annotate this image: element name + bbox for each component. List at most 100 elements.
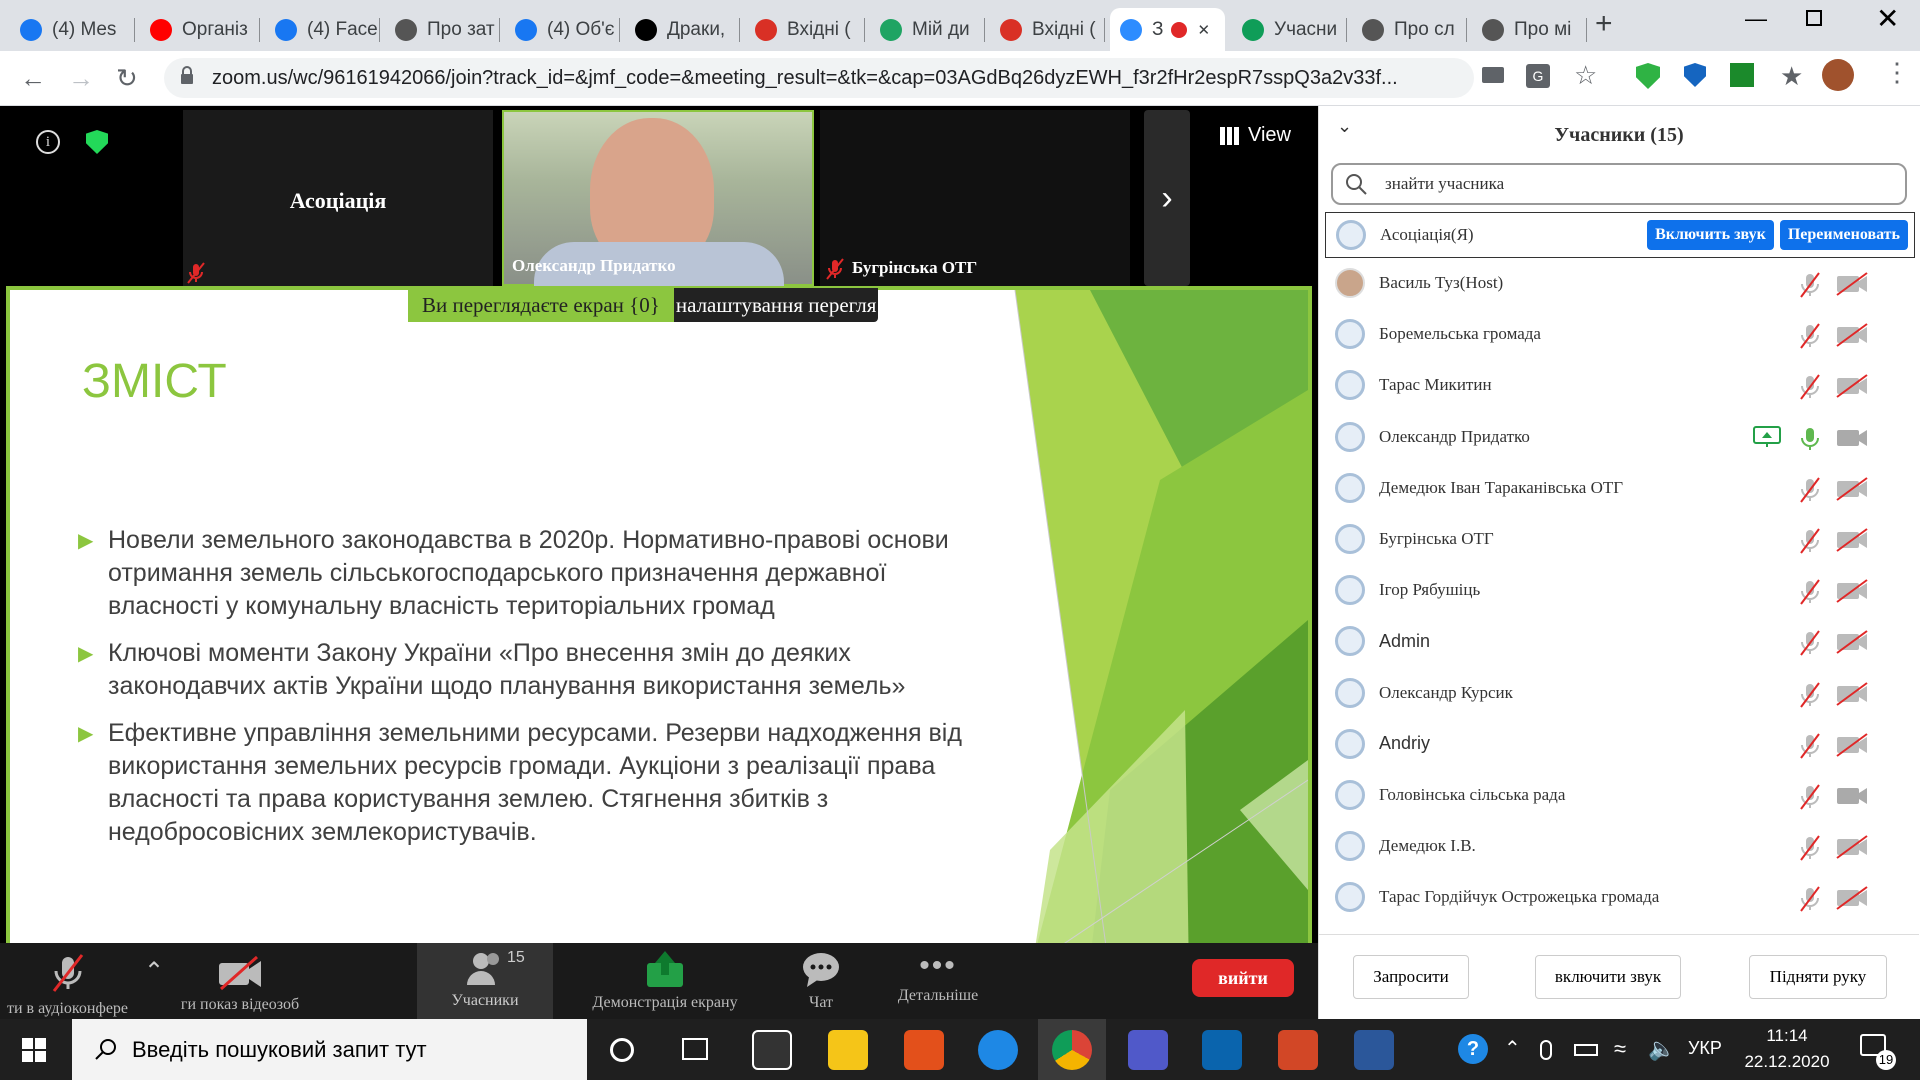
maximize-button[interactable] <box>1806 10 1822 26</box>
muted-mic-icon[interactable] <box>1799 681 1820 708</box>
participant-row[interactable]: Admin <box>1329 616 1909 666</box>
participant-row[interactable]: Головінська сільська рада <box>1329 770 1909 820</box>
edge-icon[interactable] <box>978 1030 1018 1070</box>
share-screen-button[interactable]: Демонстрація екрану <box>580 943 750 1019</box>
wifi-icon[interactable]: ≈ <box>1614 1036 1626 1062</box>
participant-row[interactable]: Ігор Рябушіць <box>1329 565 1909 615</box>
video-icon[interactable] <box>1835 426 1869 450</box>
muted-mic-icon[interactable] <box>1799 528 1820 554</box>
camera-blocked-icon[interactable] <box>1482 67 1504 83</box>
store-icon[interactable] <box>752 1030 792 1070</box>
teams-icon[interactable] <box>1128 1030 1168 1070</box>
participant-row[interactable]: Демедюк І.В. <box>1329 821 1909 871</box>
browser-tab[interactable]: З ✕ <box>1110 8 1225 51</box>
minimize-button[interactable]: — <box>1745 6 1767 32</box>
participant-row[interactable]: Василь Туз(Host) <box>1329 258 1909 308</box>
browser-tab[interactable]: Учасни <box>1232 8 1347 51</box>
taskbar-search-input[interactable]: Введіть пошуковий запит тут <box>72 1019 587 1080</box>
green-extension-icon[interactable] <box>1730 63 1754 87</box>
video-off-icon[interactable] <box>1835 630 1869 655</box>
muted-mic-icon[interactable] <box>1799 374 1820 400</box>
reload-icon[interactable]: ↻ <box>116 65 138 91</box>
video-off-icon[interactable] <box>1835 323 1869 347</box>
back-icon[interactable]: ← <box>20 65 46 91</box>
muted-mic-icon[interactable] <box>1799 733 1820 759</box>
encryption-shield-icon[interactable] <box>86 130 108 154</box>
muted-mic-icon[interactable] <box>1799 886 1820 912</box>
powerpoint-icon[interactable] <box>1278 1030 1318 1070</box>
video-off-icon[interactable] <box>1835 681 1869 706</box>
video-off-icon[interactable] <box>1835 835 1869 859</box>
muted-mic-icon[interactable] <box>1799 784 1820 810</box>
muted-mic-icon[interactable] <box>1799 579 1820 605</box>
forward-icon[interactable]: → <box>68 65 94 91</box>
info-icon[interactable]: i <box>36 130 60 154</box>
clock[interactable]: 11:14 22.12.2020 <box>1742 1023 1832 1075</box>
video-tile-buhrynska[interactable]: Бугрінська ОТГ <box>820 110 1130 286</box>
help-icon[interactable]: ? <box>1458 1034 1488 1064</box>
profile-avatar[interactable] <box>1822 59 1854 91</box>
view-button[interactable]: View <box>1220 124 1291 147</box>
browser-tab[interactable]: Організ <box>140 8 260 51</box>
video-off-icon[interactable] <box>1835 374 1869 399</box>
mic-tray-icon[interactable] <box>1540 1040 1552 1060</box>
participant-row[interactable]: Олександр Придатко <box>1329 412 1909 462</box>
participant-row[interactable]: Олександр Курсик <box>1329 668 1909 718</box>
participant-row[interactable]: Боремельська громада <box>1329 309 1909 359</box>
shield-extension-icon[interactable] <box>1684 63 1706 87</box>
translate-icon[interactable]: G <box>1526 64 1550 88</box>
start-video-button[interactable]: ги показ відеозоб <box>170 943 310 1019</box>
chrome-icon[interactable] <box>1052 1030 1092 1070</box>
browser-tab[interactable]: Про мі <box>1472 8 1587 51</box>
muted-mic-icon[interactable] <box>1799 323 1820 349</box>
extensions-puzzle-icon[interactable]: ★ <box>1780 61 1803 92</box>
task-view-icon[interactable] <box>682 1038 708 1060</box>
video-tile-prydatko[interactable]: Олександр Придатко <box>502 110 814 286</box>
video-off-icon[interactable] <box>1835 476 1869 501</box>
participant-search-input[interactable]: знайти учасника <box>1331 163 1907 205</box>
participant-row[interactable]: Тарас Микитин <box>1329 360 1909 410</box>
video-off-icon[interactable] <box>1835 579 1869 603</box>
windows-start-icon[interactable] <box>22 1038 46 1062</box>
volume-icon[interactable]: 🔈 <box>1648 1036 1675 1062</box>
adguard-extension-icon[interactable] <box>1636 63 1660 89</box>
raise-hand-button[interactable]: Підняти руку <box>1749 955 1887 999</box>
audio-options-caret-icon[interactable]: ⌃ <box>144 957 164 986</box>
participant-row[interactable]: Демедюк Іван Тараканівська ОТГ <box>1329 463 1909 513</box>
browser-tab[interactable]: Про зат <box>385 8 500 51</box>
join-audio-button[interactable]: ти в аудіоконфере <box>0 943 135 1019</box>
participant-row[interactable]: Andriy <box>1329 719 1909 769</box>
browser-tab[interactable]: (4) Об'є <box>505 8 620 51</box>
battery-icon[interactable] <box>1574 1044 1598 1056</box>
tray-chevron-icon[interactable]: ⌃ <box>1504 1036 1521 1061</box>
language-indicator[interactable]: УКР <box>1688 1038 1722 1059</box>
outlook-icon[interactable] <box>1202 1030 1242 1070</box>
next-gallery-button[interactable]: › <box>1144 110 1190 286</box>
unmute-self-button[interactable]: Включить звук <box>1647 220 1774 250</box>
browser-tab[interactable]: (4) Face <box>265 8 380 51</box>
file-explorer-icon[interactable] <box>828 1030 868 1070</box>
video-off-icon[interactable] <box>1835 528 1869 552</box>
participant-row[interactable]: varkovsr@ukr.net <box>1329 924 1909 934</box>
close-tab-icon[interactable]: ✕ <box>1197 21 1210 39</box>
cortana-icon[interactable] <box>610 1038 634 1062</box>
participant-row[interactable]: Бугрінська ОТГ <box>1329 514 1909 564</box>
self-participant-row[interactable]: Асоціація(Я) Включить звук Переименовать <box>1325 212 1915 258</box>
new-tab-button[interactable]: + <box>1595 8 1613 40</box>
view-settings-button[interactable]: налаштування перегля <box>673 288 879 322</box>
browser-tab[interactable]: Драки, <box>625 8 740 51</box>
address-bar[interactable]: zoom.us/wc/96161942066/join?track_id=&jm… <box>164 58 1474 98</box>
video-tile-asociatsiia[interactable]: Асоціація <box>183 110 493 286</box>
unmute-all-button[interactable]: включити звук <box>1535 955 1681 999</box>
video-off-icon[interactable] <box>1835 732 1869 757</box>
menu-kebab-icon[interactable]: ⋮ <box>1884 57 1910 88</box>
muted-mic-icon[interactable] <box>1799 835 1820 861</box>
video-off-icon[interactable] <box>1835 886 1869 911</box>
word-icon[interactable] <box>1354 1030 1394 1070</box>
muted-mic-icon[interactable] <box>1799 272 1820 298</box>
office-icon[interactable] <box>904 1030 944 1070</box>
participant-row[interactable]: Тарас Гордійчук Острожецька громада <box>1329 872 1909 922</box>
mic-icon[interactable] <box>1799 426 1819 450</box>
browser-tab[interactable]: (4) Mes <box>10 8 135 51</box>
rename-button[interactable]: Переименовать <box>1779 220 1908 250</box>
